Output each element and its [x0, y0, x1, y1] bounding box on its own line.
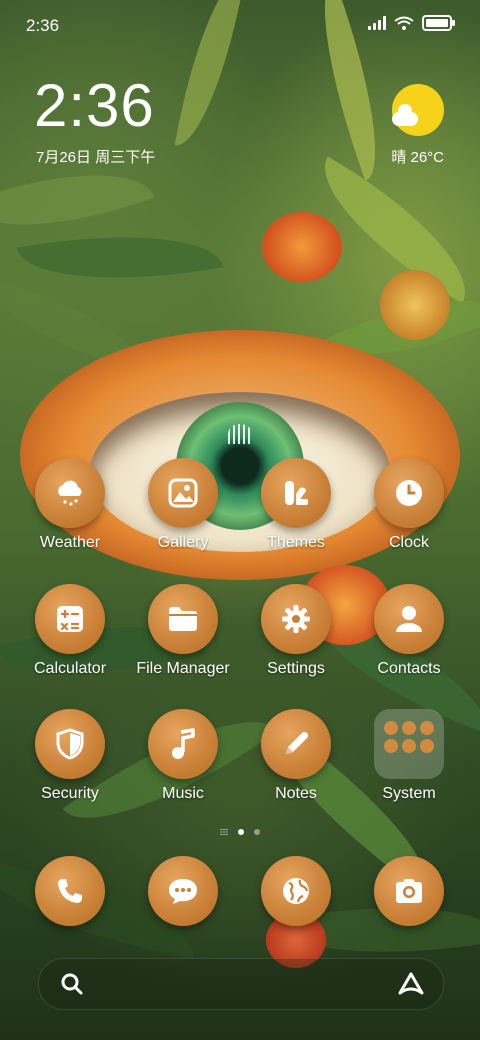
mini-lock-icon [402, 739, 416, 753]
app-gallery[interactable]: Gallery [128, 458, 238, 552]
app-label: Notes [275, 785, 317, 802]
app-security[interactable]: Security [15, 709, 125, 803]
mini-calculator-icon [384, 721, 398, 735]
weather-widget-text: 晴 26°C [391, 149, 444, 166]
app-file-manager[interactable]: File Manager [128, 584, 238, 678]
page-indicator-dot-active[interactable] [238, 829, 244, 835]
app-icon[interactable] [35, 856, 105, 926]
search-button[interactable] [59, 971, 85, 1002]
app-clock[interactable]: Clock [354, 458, 464, 552]
app-label: Security [41, 785, 99, 802]
app-icon[interactable] [374, 458, 444, 528]
app-label: Settings [267, 660, 325, 677]
folder-grid-icon[interactable] [374, 709, 444, 779]
app-icon[interactable] [148, 584, 218, 654]
dock-phone[interactable] [15, 856, 125, 926]
assistant-icon [398, 972, 424, 995]
app-icon[interactable] [35, 584, 105, 654]
dock-browser[interactable] [241, 856, 351, 926]
search-bar[interactable] [38, 958, 444, 1010]
mini-compass-icon [384, 739, 398, 753]
status-icons [368, 15, 455, 31]
app-contacts[interactable]: Contacts [354, 584, 464, 678]
shield-icon [56, 728, 84, 760]
music-note-icon [172, 728, 195, 759]
page-indicator-dot[interactable] [254, 829, 260, 835]
app-themes[interactable]: Themes [241, 458, 351, 552]
app-icon[interactable] [148, 856, 218, 926]
app-icon[interactable] [148, 709, 218, 779]
app-icon[interactable] [374, 856, 444, 926]
image-icon [168, 478, 198, 508]
globe-icon [283, 878, 309, 904]
clock-widget-date: 7月26日 周三下午 [36, 149, 156, 166]
themes-icon [285, 481, 308, 505]
mini-game-icon [420, 739, 434, 753]
wifi-icon [394, 16, 414, 30]
app-icon[interactable] [35, 458, 105, 528]
app-notes[interactable]: Notes [241, 709, 351, 803]
app-icon[interactable] [261, 584, 331, 654]
app-label: Clock [388, 534, 429, 551]
app-label: Themes [267, 534, 325, 551]
assistant-button[interactable] [397, 971, 425, 1002]
app-icon[interactable] [35, 709, 105, 779]
mini-camera-icon [402, 721, 416, 735]
app-calculator[interactable]: Calculator [15, 584, 125, 678]
dock-camera[interactable] [354, 856, 464, 926]
app-folder-system[interactable]: System [354, 709, 464, 803]
pencil-icon [286, 731, 309, 754]
signal-icon [368, 16, 386, 30]
app-label: System [382, 785, 436, 802]
app-label: Music [162, 785, 204, 802]
app-settings[interactable]: Settings [241, 584, 351, 678]
battery-icon [422, 15, 455, 31]
app-label: Contacts [377, 660, 441, 677]
app-icon[interactable] [374, 584, 444, 654]
phone-icon [58, 879, 82, 903]
search-icon [61, 973, 83, 995]
person-icon [396, 606, 422, 632]
app-icon[interactable] [148, 458, 218, 528]
mini-download-icon [420, 721, 434, 735]
camera-icon [396, 879, 422, 903]
app-label: Calculator [33, 660, 107, 677]
page-indicator-list[interactable] [220, 829, 228, 835]
clock-icon [396, 480, 422, 506]
app-icon[interactable] [261, 856, 331, 926]
folder-icon [169, 607, 197, 631]
app-icon[interactable] [261, 709, 331, 779]
gear-icon [282, 605, 310, 633]
clock-widget-time[interactable]: 2:36 [34, 76, 155, 136]
cloud-rain-icon [58, 480, 82, 506]
page-indicator[interactable] [0, 829, 480, 835]
status-bar: 2:36 [0, 0, 480, 52]
dock-messages[interactable] [128, 856, 238, 926]
app-label: Gallery [157, 534, 209, 551]
app-icon[interactable] [261, 458, 331, 528]
message-icon [169, 879, 197, 904]
app-music[interactable]: Music [128, 709, 238, 803]
app-label: File Manager [136, 660, 230, 677]
app-weather[interactable]: Weather [15, 458, 125, 552]
status-time: 2:36 [26, 16, 60, 35]
app-label: Weather [39, 534, 101, 551]
calculator-icon [57, 606, 83, 632]
cloud-icon [392, 104, 418, 126]
